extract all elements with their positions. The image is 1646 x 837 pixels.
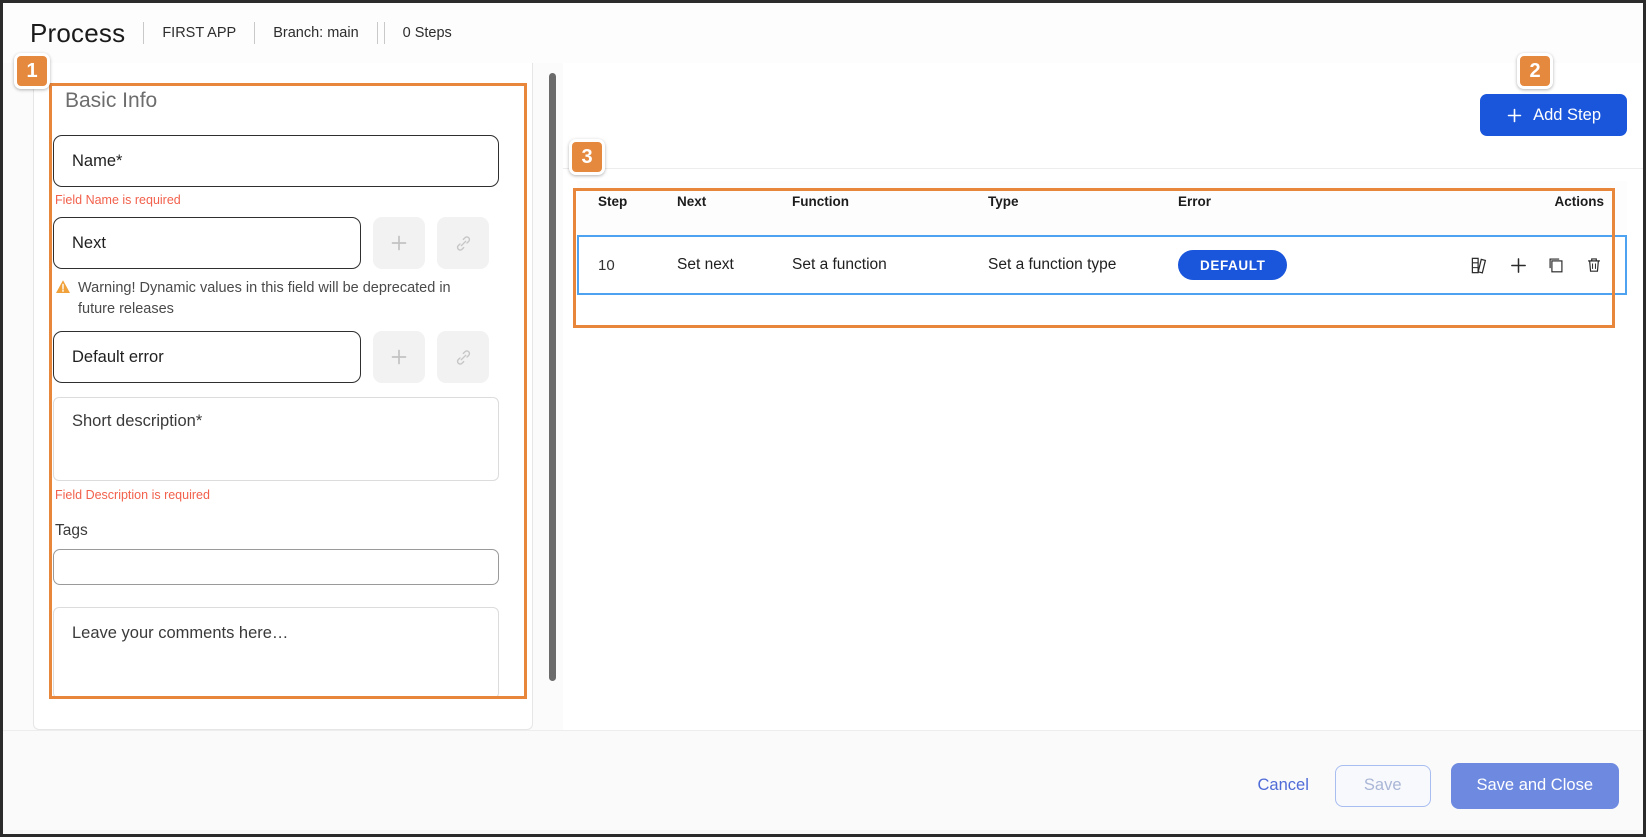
next-input[interactable]: Next	[53, 217, 361, 269]
name-input-placeholder: Name*	[72, 152, 122, 171]
link-icon	[453, 233, 474, 254]
comments-textarea[interactable]: Leave your comments here…	[53, 607, 499, 699]
short-description-error-text: Field Description is required	[55, 488, 513, 502]
plus-icon	[389, 233, 409, 253]
default-error-link-button[interactable]	[437, 331, 489, 383]
table-row[interactable]: 10 Set next Set a function Set a functio…	[577, 235, 1627, 295]
add-step-bar-divider	[563, 168, 1646, 169]
plus-icon	[1506, 107, 1523, 124]
steps-table-header: Step Next Function Type Error Actions	[577, 181, 1627, 235]
annotation-badge-2: 2	[1517, 53, 1553, 89]
name-error-text: Field Name is required	[55, 193, 513, 207]
header-divider-2	[254, 22, 255, 44]
comments-placeholder: Leave your comments here…	[72, 624, 288, 642]
basic-info-panel: Basic Info Name* Field Name is required …	[33, 63, 533, 730]
header-step-count: 0 Steps	[403, 25, 452, 41]
warning-triangle-icon	[55, 279, 71, 319]
page-header: Process FIRST APP Branch: main 0 Steps	[3, 3, 1646, 63]
next-add-button[interactable]	[373, 217, 425, 269]
row-action-group	[1470, 255, 1618, 276]
add-step-label: Add Step	[1533, 106, 1601, 125]
tags-input[interactable]	[53, 549, 499, 585]
cell-type: Set a function type	[988, 256, 1178, 274]
annotation-badge-3: 3	[569, 139, 605, 175]
next-link-button[interactable]	[437, 217, 489, 269]
annotation-badge-1: 1	[14, 53, 50, 89]
add-step-button[interactable]: Add Step	[1480, 94, 1627, 136]
copy-icon[interactable]	[1546, 255, 1566, 275]
default-error-placeholder: Default error	[72, 348, 164, 367]
cell-error: DEFAULT	[1178, 250, 1463, 280]
next-field-row: Next	[53, 217, 513, 269]
header-divider-1	[143, 22, 144, 44]
tags-label: Tags	[55, 522, 513, 540]
column-header-error: Error	[1178, 194, 1463, 209]
plus-icon[interactable]	[1509, 256, 1528, 275]
library-icon[interactable]	[1470, 255, 1491, 276]
body-area: Basic Info Name* Field Name is required …	[3, 63, 1646, 730]
steps-table: Step Next Function Type Error Actions 10…	[577, 181, 1627, 295]
page-title: Process	[30, 18, 125, 49]
column-header-function: Function	[792, 194, 988, 209]
next-input-placeholder: Next	[72, 234, 106, 253]
cell-actions	[1463, 255, 1618, 276]
column-header-step: Step	[577, 194, 677, 209]
column-header-actions: Actions	[1463, 194, 1618, 209]
panel-resize-handle[interactable]	[549, 73, 556, 681]
steps-panel: Add Step Step Next Function Type Error A…	[563, 63, 1646, 730]
trash-icon[interactable]	[1584, 255, 1604, 275]
header-divider-3	[377, 22, 378, 44]
add-step-bar: Add Step	[1480, 94, 1627, 136]
short-description-textarea[interactable]: Short description*	[53, 397, 499, 481]
save-and-close-button[interactable]: Save and Close	[1451, 763, 1620, 809]
footer-bar: Cancel Save Save and Close	[3, 730, 1646, 837]
default-error-input[interactable]: Default error	[53, 331, 361, 383]
cell-next: Set next	[677, 256, 792, 274]
cancel-button[interactable]: Cancel	[1252, 775, 1315, 796]
cell-function: Set a function	[792, 256, 988, 274]
link-icon	[453, 347, 474, 368]
next-warning-text: Warning! Dynamic values in this field wi…	[78, 278, 485, 319]
cell-step: 10	[577, 257, 677, 274]
column-header-next: Next	[677, 194, 792, 209]
header-divider-4	[384, 22, 385, 44]
name-input[interactable]: Name*	[53, 135, 499, 187]
basic-info-title: Basic Info	[65, 89, 513, 113]
header-branch: Branch: main	[273, 25, 358, 41]
column-header-type: Type	[988, 194, 1178, 209]
app-window: Process FIRST APP Branch: main 0 Steps B…	[0, 0, 1646, 837]
header-app-name: FIRST APP	[162, 25, 236, 41]
short-description-placeholder: Short description*	[72, 412, 202, 430]
default-error-field-row: Default error	[53, 331, 513, 383]
plus-icon	[389, 347, 409, 367]
next-warning: Warning! Dynamic values in this field wi…	[55, 278, 485, 319]
save-button[interactable]: Save	[1335, 765, 1431, 807]
default-error-add-button[interactable]	[373, 331, 425, 383]
status-badge: DEFAULT	[1178, 250, 1287, 280]
